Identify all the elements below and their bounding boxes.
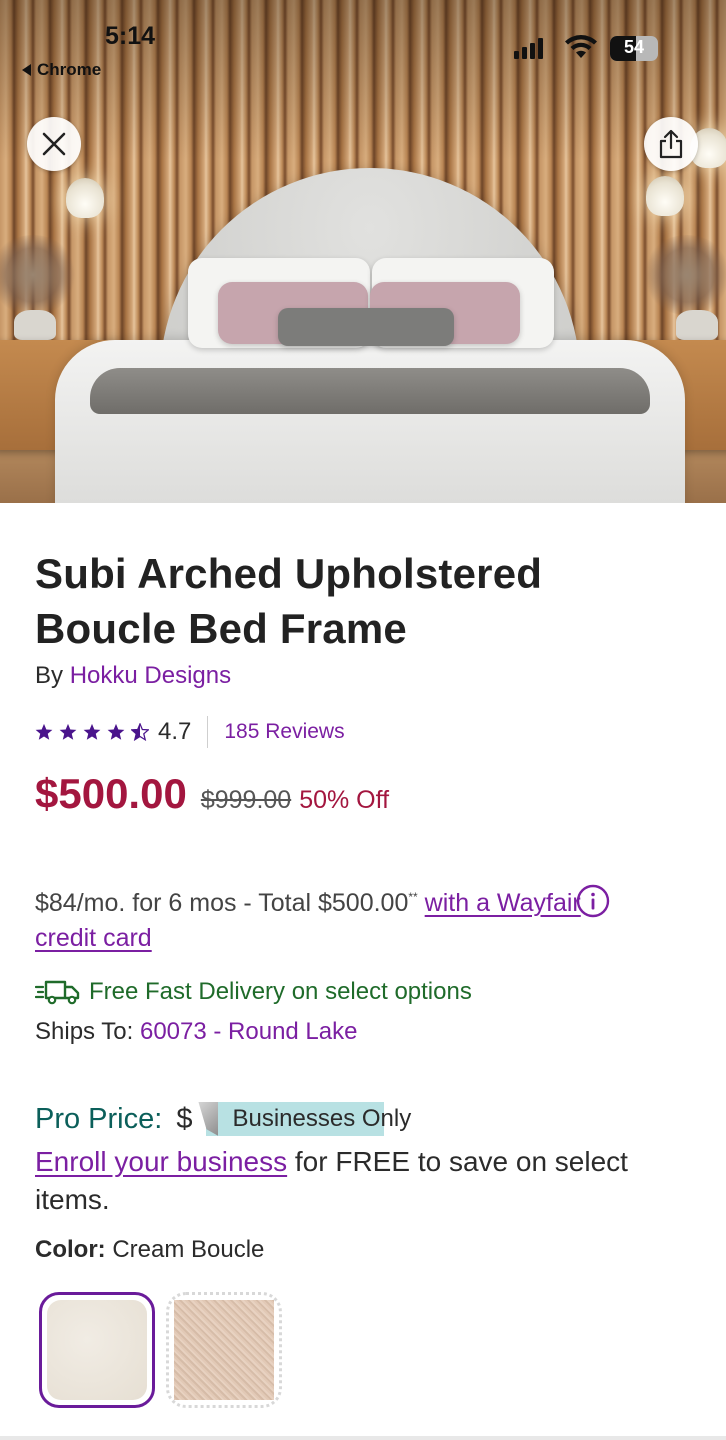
rating-row[interactable]: 4.7 185 Reviews xyxy=(35,716,345,748)
brand-byline: By Hokku Designs xyxy=(35,662,231,690)
financing-offer: $84/mo. for 6 mos - Total $500.00** with… xyxy=(35,880,605,956)
back-triangle-icon xyxy=(22,64,31,76)
product-hero-image[interactable] xyxy=(0,0,726,503)
sale-price: $500.00 xyxy=(35,770,187,817)
back-app-label: Chrome xyxy=(37,60,102,79)
color-value: Cream Boucle xyxy=(112,1236,265,1263)
close-icon xyxy=(42,132,66,156)
swatch-cream-chip xyxy=(47,1300,147,1400)
original-price: $999.00 xyxy=(200,786,292,814)
pro-price-row: Pro Price: $ Businesses Only xyxy=(35,1102,411,1136)
bed-mattress xyxy=(55,340,685,503)
enroll-business-text: Enroll your business for FREE to save on… xyxy=(35,1143,655,1219)
color-selection: Color: Cream Boucle xyxy=(35,1236,264,1264)
star-full-icon xyxy=(83,723,101,740)
status-time: 5:14 xyxy=(105,22,156,50)
bed-blanket xyxy=(90,368,650,414)
share-button[interactable] xyxy=(644,117,698,171)
price-row: $500.00 $999.00 50% Off xyxy=(35,770,389,818)
product-title: Subi Arched Upholstered Boucle Bed Frame xyxy=(35,550,543,652)
businesses-only-tag: Businesses Only xyxy=(198,1102,411,1136)
vase-right xyxy=(676,310,718,340)
swatch-cream-boucle[interactable] xyxy=(39,1292,155,1408)
close-button[interactable] xyxy=(27,117,81,171)
reviews-link[interactable]: 185 Reviews xyxy=(224,720,344,744)
brand-link[interactable]: Hokku Designs xyxy=(70,662,231,689)
delivery-truck-icon xyxy=(35,980,80,1005)
wifi-icon xyxy=(565,35,597,58)
by-prefix: By xyxy=(35,662,64,689)
star-full-icon xyxy=(35,723,53,740)
star-rating xyxy=(35,723,149,741)
star-half-icon xyxy=(131,723,149,741)
enroll-business-link[interactable]: Enroll your business xyxy=(35,1146,287,1177)
star-full-icon xyxy=(107,723,125,740)
wall-lamp-left xyxy=(66,178,104,218)
pro-price-label: Pro Price: xyxy=(35,1102,163,1135)
info-icon[interactable] xyxy=(576,884,610,918)
businesses-only-label: Businesses Only xyxy=(232,1105,412,1132)
share-icon xyxy=(659,129,683,159)
zip-location-link[interactable]: 60073 - Round Lake xyxy=(140,1018,358,1045)
cellular-signal-icon xyxy=(514,37,543,59)
plant-left xyxy=(0,235,78,315)
pillow-gray-lumbar xyxy=(278,308,454,346)
star-full-icon xyxy=(59,723,77,740)
battery-icon: 54 xyxy=(610,36,658,61)
delivery-text: Free Fast Delivery on select options xyxy=(89,978,472,1005)
ships-to-label: Ships To: xyxy=(35,1018,134,1045)
color-label: Color: xyxy=(35,1236,106,1263)
swatch-pink-boucle[interactable] xyxy=(166,1292,282,1408)
swatch-pink-chip xyxy=(174,1300,274,1400)
financing-footnote: ** xyxy=(408,890,418,904)
battery-level: 54 xyxy=(623,37,645,57)
discount-label: 50% Off xyxy=(299,786,390,814)
wall-lamp-right xyxy=(646,176,684,216)
delivery-info: Free Fast Delivery on select options xyxy=(35,978,472,1006)
vase-left xyxy=(14,310,56,340)
rating-divider xyxy=(207,716,209,748)
rating-value: 4.7 xyxy=(158,718,192,745)
back-to-app-link[interactable]: Chrome xyxy=(22,60,101,80)
bottom-divider xyxy=(0,1436,726,1440)
ships-to: Ships To: 60073 - Round Lake xyxy=(35,1018,357,1046)
financing-text: $84/mo. for 6 mos - Total $500.00 xyxy=(35,889,409,917)
plant-right xyxy=(642,235,726,315)
pro-price-dollar: $ xyxy=(176,1102,193,1135)
